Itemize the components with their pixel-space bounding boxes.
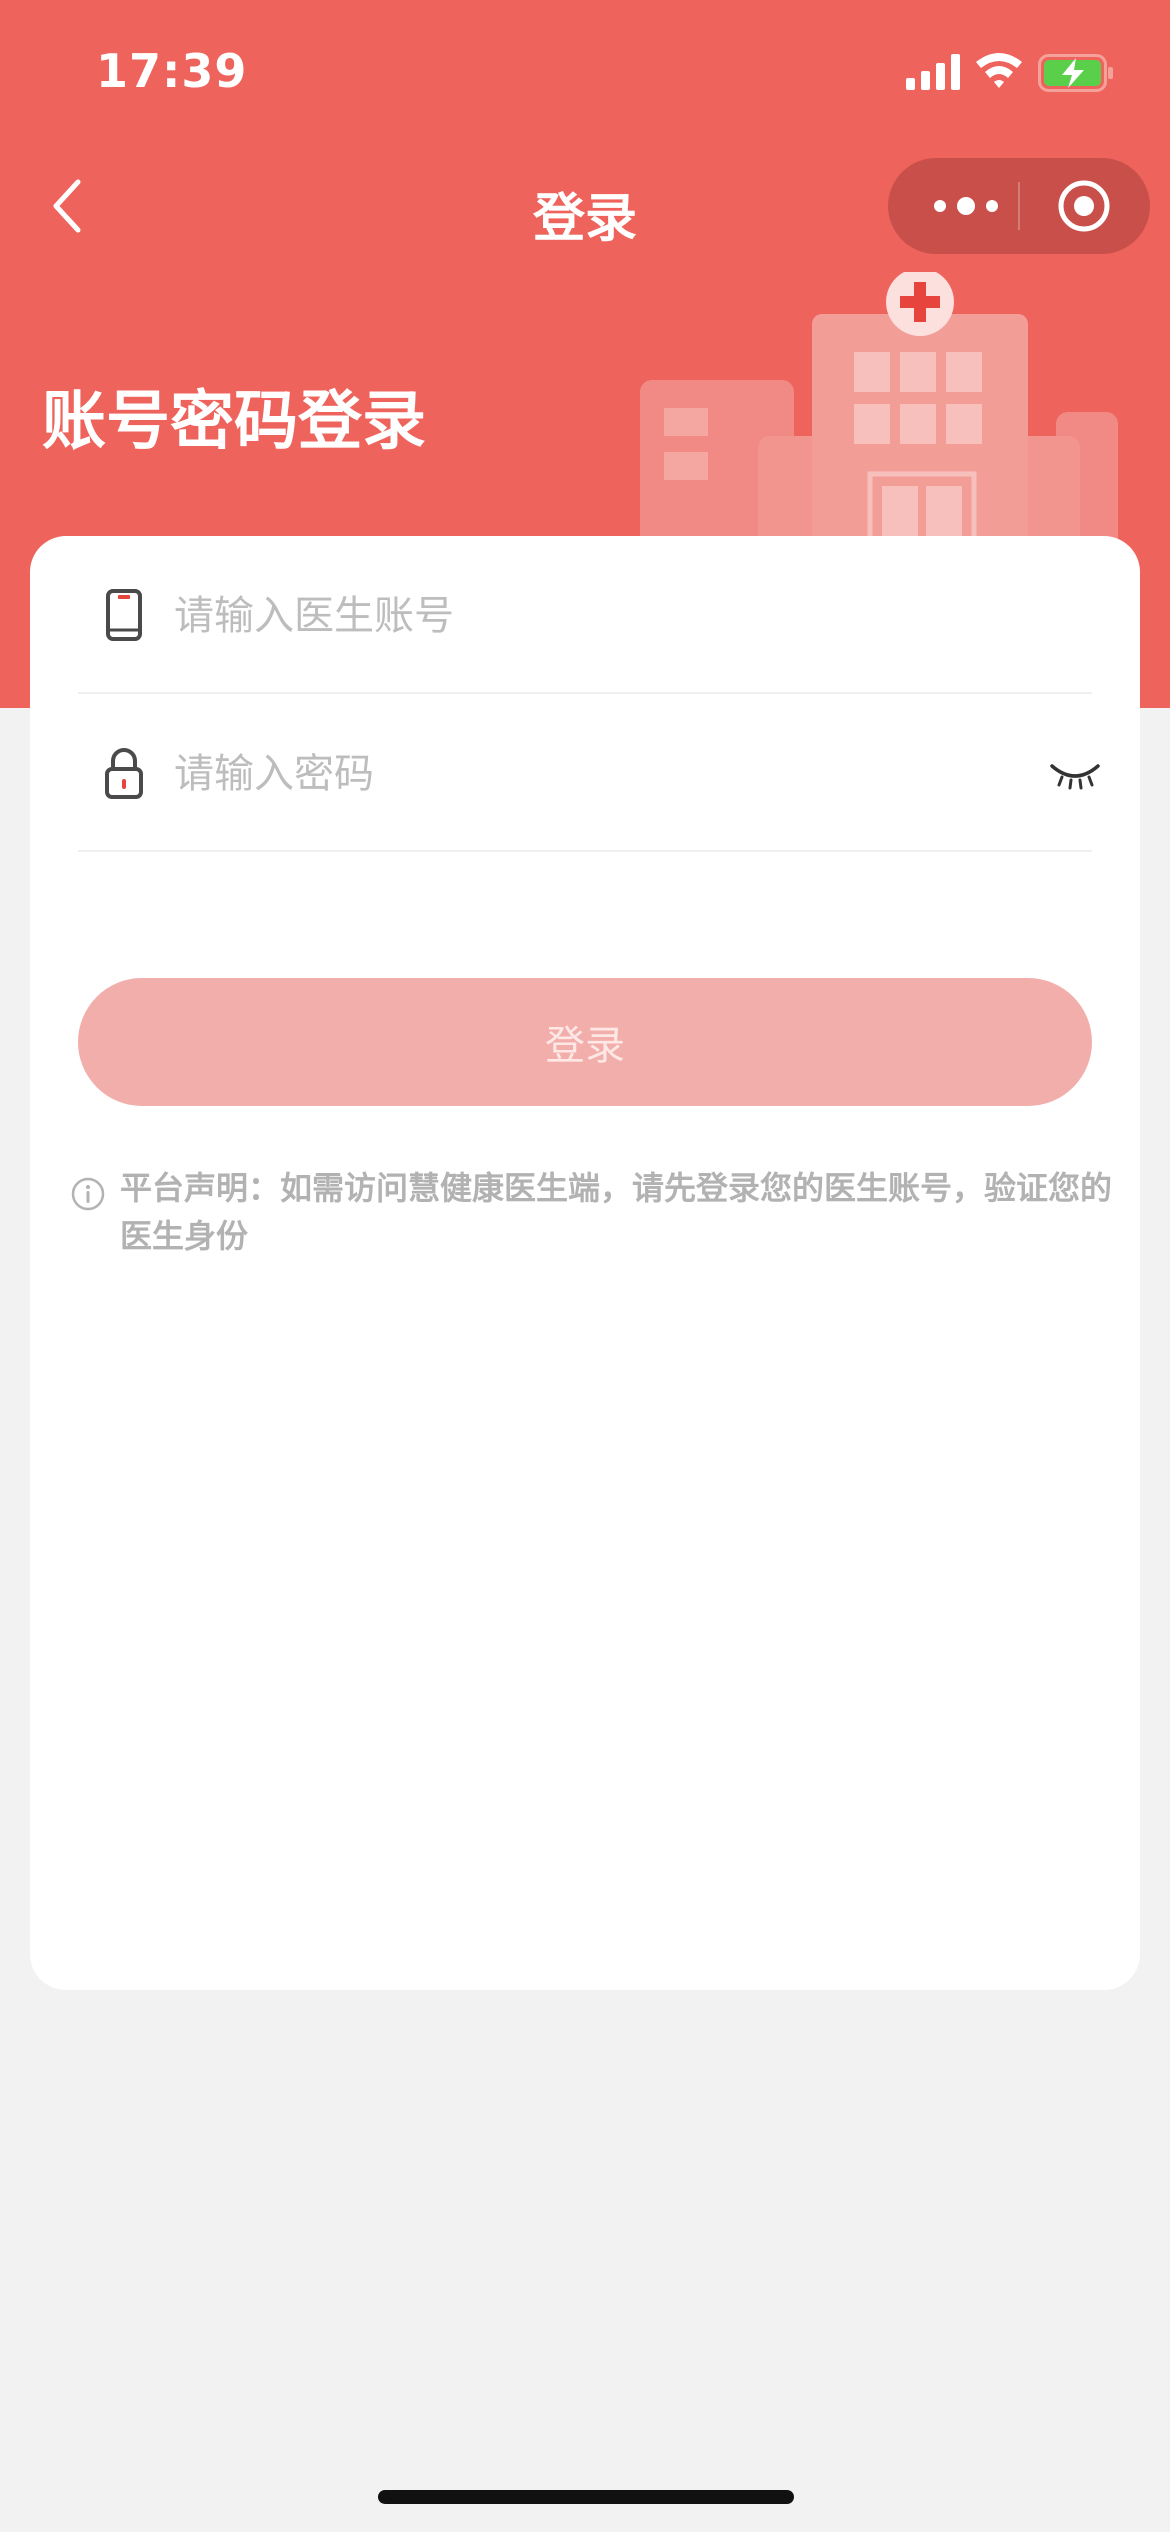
chevron-left-icon[interactable] bbox=[44, 176, 94, 236]
page-heading: 账号密码登录 bbox=[42, 385, 426, 459]
signal-icon bbox=[906, 54, 960, 90]
account-input[interactable] bbox=[174, 584, 994, 648]
phone-icon bbox=[106, 589, 142, 641]
lock-icon bbox=[105, 748, 143, 799]
platform-notice: 平台声明：如需访问慧健康医生端，请先登录您的医生账号，验证您的医生身份 bbox=[120, 1169, 1113, 1255]
password-field-row bbox=[78, 694, 1100, 852]
hospital-illustration bbox=[640, 272, 1118, 542]
info-icon bbox=[71, 1177, 105, 1211]
nav-title: 登录 bbox=[532, 189, 637, 249]
close-miniprogram-icon[interactable] bbox=[1056, 178, 1112, 234]
login-button[interactable]: 登录 bbox=[78, 978, 1092, 1106]
eye-closed-icon[interactable] bbox=[1048, 756, 1102, 792]
password-input[interactable] bbox=[174, 742, 994, 806]
battery-charging-icon bbox=[1038, 54, 1113, 92]
miniprogram-capsule bbox=[888, 158, 1150, 254]
account-field-row bbox=[78, 536, 1092, 694]
capsule-divider bbox=[1018, 182, 1020, 230]
more-icon[interactable] bbox=[924, 188, 1008, 224]
login-card: 登录 平台声明：如需访问慧健康医生端，请先登录您的医生账号，验证您的医生身份 bbox=[30, 536, 1140, 1990]
home-indicator bbox=[378, 2490, 794, 2504]
wifi-icon bbox=[976, 53, 1022, 88]
status-time: 17:39 bbox=[96, 44, 248, 98]
